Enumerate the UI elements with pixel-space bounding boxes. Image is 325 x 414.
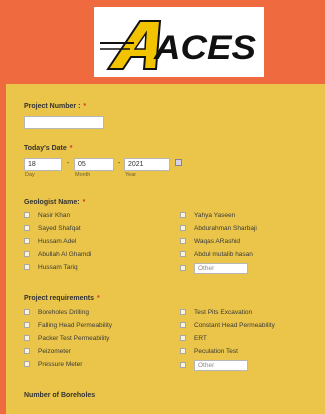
logo-text: ACES: [153, 29, 256, 67]
checkbox[interactable]: [180, 238, 186, 244]
checkbox[interactable]: [24, 322, 30, 328]
requirement-option[interactable]: Falling Head Permeability: [24, 320, 112, 330]
checkbox[interactable]: [24, 264, 30, 270]
requirement-option[interactable]: Test Pits Excavation: [180, 307, 252, 317]
requirement-option-other[interactable]: Other: [180, 359, 248, 371]
aces-logo-graphic: ACES: [100, 20, 256, 70]
date-separator: -: [67, 160, 70, 167]
todays-date-label: Today's Date *: [24, 145, 73, 152]
checkbox[interactable]: [180, 362, 186, 368]
checkbox[interactable]: [24, 238, 30, 244]
geologist-other-input[interactable]: Other: [194, 262, 248, 274]
geologist-option[interactable]: Abdurahman Sharbaji: [180, 223, 257, 233]
checkbox[interactable]: [180, 212, 186, 218]
geologist-option[interactable]: Sayed Shafqat: [24, 223, 81, 233]
project-number-label: Project Number : *: [24, 103, 87, 110]
checkbox[interactable]: [180, 348, 186, 354]
checkbox[interactable]: [180, 309, 186, 315]
requirement-option[interactable]: Peculation Test: [180, 346, 238, 356]
checkbox[interactable]: [24, 348, 30, 354]
requirement-option[interactable]: Peizometer: [24, 346, 71, 356]
requirements-other-input[interactable]: Other: [194, 359, 248, 371]
geologist-option[interactable]: Hussam Tariq: [24, 262, 78, 272]
year-input[interactable]: 2021: [124, 158, 170, 171]
checkbox[interactable]: [180, 322, 186, 328]
requirement-option[interactable]: Packer Test Permeability: [24, 333, 109, 343]
checkbox[interactable]: [24, 309, 30, 315]
checkbox[interactable]: [180, 335, 186, 341]
boreholes-label: Number of Boreholes: [24, 392, 96, 399]
year-sublabel: Year: [125, 172, 137, 178]
requirement-option[interactable]: Pressure Meter: [24, 359, 82, 369]
aces-logo: ACES: [94, 7, 264, 77]
geologist-option[interactable]: Waqas ARashid: [180, 236, 240, 246]
checkbox[interactable]: [24, 212, 30, 218]
requirement-option[interactable]: Constant Head Permeability: [180, 320, 275, 330]
checkbox[interactable]: [24, 251, 30, 257]
project-number-input[interactable]: [24, 116, 104, 129]
checkbox[interactable]: [180, 265, 186, 271]
geologist-label: Geologist Name: *: [24, 199, 86, 206]
day-input[interactable]: 18: [24, 158, 62, 171]
geologist-option-other[interactable]: Other: [180, 262, 248, 274]
checkbox[interactable]: [180, 251, 186, 257]
form-card: Project Number : * Today's Date * 18 - 05 …: [6, 84, 325, 414]
checkbox[interactable]: [24, 225, 30, 231]
geologist-option[interactable]: Nasir Khan: [24, 210, 70, 220]
day-sublabel: Day: [25, 172, 35, 178]
requirement-option[interactable]: Boreholes Drilling: [24, 307, 89, 317]
checkbox[interactable]: [24, 361, 30, 367]
requirement-option[interactable]: ERT: [180, 333, 207, 343]
month-input[interactable]: 05: [74, 158, 114, 171]
month-sublabel: Month: [75, 172, 91, 178]
geologist-option[interactable]: Abullah Al Ghamdi: [24, 249, 91, 259]
calendar-icon[interactable]: [175, 159, 182, 166]
date-separator: -: [118, 160, 121, 167]
geologist-option[interactable]: Abdul mutalib hasan: [180, 249, 253, 259]
geologist-option[interactable]: Hussam Adel: [24, 236, 76, 246]
requirements-label: Project requirements *: [24, 295, 100, 302]
checkbox[interactable]: [24, 335, 30, 341]
geologist-option[interactable]: Yahya Yaseen: [180, 210, 235, 220]
checkbox[interactable]: [180, 225, 186, 231]
